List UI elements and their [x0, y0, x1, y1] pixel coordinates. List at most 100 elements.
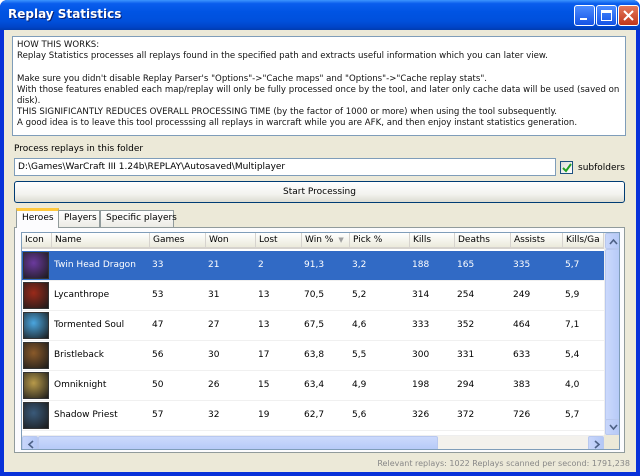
cell-kills-per-game: 5,7	[565, 410, 580, 420]
table-row[interactable]: Bristleback 56 30 17 63,8 5,5 300 331 633 5,4	[22, 341, 604, 371]
cell-win-pct: 70,5	[304, 290, 325, 300]
subfolders-checkbox[interactable]	[560, 161, 573, 174]
vertical-scroll-thumb[interactable]	[605, 249, 619, 421]
chevron-left-icon	[27, 440, 34, 449]
cell-lost: 19	[258, 410, 270, 420]
cell-deaths: 165	[457, 260, 475, 270]
cell-kills: 300	[412, 350, 430, 360]
scroll-corner	[604, 435, 619, 449]
cell-lost: 17	[258, 350, 270, 360]
cell-pick-pct: 3,2	[352, 260, 367, 270]
scroll-left-button[interactable]	[22, 436, 38, 449]
shadow-priest-icon	[23, 402, 49, 429]
info-line: With those features enabled each map/rep…	[17, 84, 620, 95]
info-line: A good idea is to leave this tool proces…	[17, 118, 578, 129]
title-bar[interactable]: Replay Statistics	[0, 0, 640, 30]
sort-desc-icon: ▼	[338, 236, 344, 244]
minimize-button[interactable]	[574, 5, 595, 26]
horizontal-scroll-thumb[interactable]	[38, 436, 438, 449]
cell-assists: 335	[513, 260, 531, 270]
column-header-label: Win %	[305, 235, 334, 245]
scroll-up-button[interactable]	[605, 233, 619, 249]
cell-name: Omniknight	[54, 380, 107, 390]
folder-path-input[interactable]: D:\Games\WarCraft III 1.24b\REPLAY\Autos…	[14, 158, 556, 176]
cell-won: 30	[208, 350, 220, 360]
cell-name: Shadow Priest	[54, 410, 118, 420]
cell-games: 33	[152, 260, 164, 270]
column-header-games[interactable]: Games	[150, 233, 206, 249]
status-bar: Relevant replays: 1022 Replays scanned p…	[377, 459, 630, 468]
cell-pick-pct: 4,9	[352, 380, 367, 390]
cell-name: Bristleback	[54, 350, 105, 360]
column-header-assists[interactable]: Assists	[511, 233, 563, 249]
cell-assists: 464	[513, 320, 531, 330]
close-icon	[623, 10, 634, 21]
chevron-right-icon	[594, 440, 601, 449]
cell-pick-pct: 4,6	[352, 320, 367, 330]
chevron-down-icon	[609, 424, 618, 431]
column-header-lost[interactable]: Lost	[256, 233, 302, 249]
table-row[interactable]: Tormented Soul 47 27 13 67,5 4,6 333 352 464 7,1	[22, 311, 604, 341]
column-header-pick-pct[interactable]: Pick %	[350, 233, 410, 249]
cell-deaths: 352	[457, 320, 475, 330]
tab-specific-players[interactable]: Specific players	[100, 210, 177, 227]
column-header-label: Lost	[259, 235, 278, 245]
tab-heroes[interactable]: Heroes	[16, 208, 59, 228]
checkmark-icon	[562, 163, 572, 173]
cell-won: 31	[208, 290, 220, 300]
column-header-label: Games	[153, 235, 185, 245]
scroll-down-button[interactable]	[605, 419, 619, 435]
cell-assists: 633	[513, 350, 531, 360]
column-header-name[interactable]: Name	[52, 233, 150, 249]
tab-players[interactable]: Players	[58, 210, 100, 227]
cell-win-pct: 63,8	[304, 350, 325, 360]
cell-assists: 383	[513, 380, 531, 390]
table-row[interactable]: Omniknight 50 26 15 63,4 4,9 198 294 383 4,0	[22, 371, 604, 401]
column-header-kills-per-game[interactable]: Kills/Ga	[563, 233, 604, 249]
maximize-button[interactable]	[596, 5, 617, 26]
column-header-label: Name	[55, 235, 82, 245]
cell-kills: 333	[412, 320, 430, 330]
table-row[interactable]: Shadow Priest 57 32 19 62,7 5,6 326 372 726 5,7	[22, 401, 604, 431]
twin-head-dragon-icon	[23, 252, 49, 279]
table-row[interactable]: Twin Head Dragon 33 21 2 91,3 3,2 188 165 335 5,7	[22, 251, 604, 281]
cell-win-pct: 63,4	[304, 380, 325, 390]
column-header-won[interactable]: Won	[206, 233, 256, 249]
cell-won: 27	[208, 320, 220, 330]
how-it-works-text: HOW THIS WORKS: Replay Statistics process…	[12, 36, 626, 136]
column-header-kills[interactable]: Kills	[410, 233, 455, 249]
maximize-icon	[601, 10, 612, 21]
folder-label: Process replays in this folder	[14, 144, 144, 154]
horizontal-scrollbar[interactable]	[22, 435, 604, 449]
column-header-deaths[interactable]: Deaths	[455, 233, 511, 249]
cell-lost: 15	[258, 380, 270, 390]
column-header-label: Won	[209, 235, 229, 245]
start-processing-button[interactable]: Start Processing	[14, 181, 625, 203]
column-header-icon[interactable]: Icon	[22, 233, 52, 249]
cell-kills: 314	[412, 290, 430, 300]
table-row[interactable]: Lycanthrope 53 31 13 70,5 5,2 314 254 249 5,9	[22, 281, 604, 311]
cell-kills-per-game: 5,9	[565, 290, 580, 300]
scroll-right-button[interactable]	[588, 436, 604, 449]
column-header-label: Deaths	[458, 235, 490, 245]
column-header-win-pct[interactable]: Win % ▼	[302, 233, 350, 249]
cell-lost: 13	[258, 320, 270, 330]
cell-won: 32	[208, 410, 220, 420]
cell-won: 26	[208, 380, 220, 390]
cell-win-pct: 67,5	[304, 320, 325, 330]
cell-name: Twin Head Dragon	[54, 260, 136, 270]
info-line: THIS SIGNIFICANTLY REDUCES OVERALL PROCE…	[17, 107, 558, 118]
heroes-table: Icon Name Games Won Lost Win % ▼ Pick % Kills Dea…	[21, 232, 620, 450]
cell-kills: 198	[412, 380, 430, 390]
cell-games: 47	[152, 320, 164, 330]
cell-pick-pct: 5,6	[352, 410, 367, 420]
vertical-scrollbar[interactable]	[604, 233, 619, 435]
column-header-label: Assists	[514, 235, 545, 245]
cell-won: 21	[208, 260, 220, 270]
cell-lost: 2	[258, 260, 264, 270]
cell-deaths: 331	[457, 350, 475, 360]
close-button[interactable]	[618, 5, 639, 26]
column-header-label: Pick %	[353, 235, 383, 245]
table-header: Icon Name Games Won Lost Win % ▼ Pick % Kills Dea…	[22, 233, 604, 249]
cell-kills: 188	[412, 260, 430, 270]
